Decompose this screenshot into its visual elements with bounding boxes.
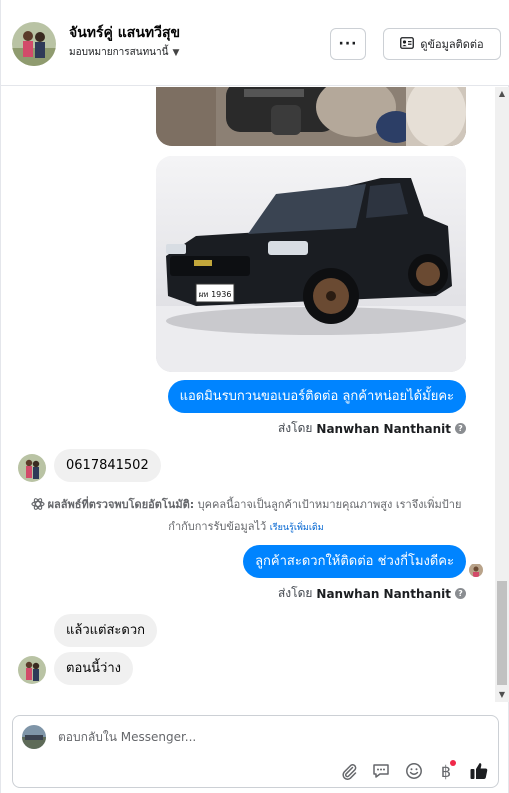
contact-avatar-small <box>18 454 46 482</box>
reply-input[interactable] <box>58 730 458 744</box>
outgoing-message[interactable]: แอดมินรบกวนขอเบอร์ติดต่อ ลูกค้าหน่อยได้ม… <box>167 380 466 413</box>
incoming-message[interactable]: ตอนนี้ว่าง <box>54 652 133 685</box>
incoming-message[interactable]: 0617841502 <box>54 449 161 482</box>
more-horizontal-icon: ··· <box>338 36 358 52</box>
sent-by-prefix: ส่งโดย <box>277 421 313 435</box>
auto-detected-note: ผลลัพธ์ที่ตรวจพบโดยอัตโนมัติ: บุคคลนี้อา… <box>21 495 471 538</box>
incoming-message[interactable]: แล้วแต่สะดวก <box>54 614 157 647</box>
baht-icon[interactable]: ฿ <box>435 760 457 782</box>
auto-detected-title: ผลลัพธ์ที่ตรวจพบโดยอัตโนมัติ: <box>47 498 195 511</box>
assign-label: มอบหมายการสนทนานี้ <box>69 47 169 58</box>
view-contact-info-button[interactable]: ดูข้อมูลติดต่อ <box>383 28 501 60</box>
info-icon[interactable]: ? <box>455 588 466 599</box>
assign-conversation-dropdown[interactable]: มอบหมายการสนทนานี้ ▼ <box>69 45 179 60</box>
sent-by-line: ส่งโดย Nanwhan Nanthanit ? <box>278 419 466 438</box>
contact-card-icon <box>400 36 415 52</box>
reply-composer: ฿ <box>12 715 499 788</box>
contact-name[interactable]: จันทร์คู่ แสนทวีสุข <box>69 22 180 44</box>
scrollbar-thumb[interactable] <box>497 581 507 685</box>
shared-photo-car[interactable]: ผท 1936 <box>156 156 466 372</box>
license-plate-text: ผท 1936 <box>199 290 232 299</box>
contact-avatar-small <box>18 656 46 684</box>
emoji-icon[interactable] <box>403 760 425 782</box>
info-icon[interactable]: ? <box>455 423 466 434</box>
sent-by-prefix: ส่งโดย <box>277 586 313 600</box>
paperclip-icon[interactable] <box>338 760 360 782</box>
sent-by-name: Nanwhan Nanthanit <box>316 421 451 436</box>
scroll-up-arrow-icon[interactable]: ▲ <box>495 87 509 101</box>
conversation-header: จันทร์คู่ แสนทวีสุข มอบหมายการสนทนานี้ ▼… <box>1 0 509 86</box>
shared-photo-interior[interactable] <box>156 87 466 146</box>
thumbs-up-icon[interactable] <box>468 760 490 782</box>
caret-down-icon: ▼ <box>172 47 180 58</box>
seen-by-avatar <box>469 563 483 577</box>
chat-bubble-icon[interactable] <box>370 760 392 782</box>
ai-sparkle-icon <box>31 497 45 517</box>
more-options-button[interactable]: ··· <box>330 28 366 60</box>
inbox-conversation-panel: จันทร์คู่ แสนทวีสุข มอบหมายการสนทนานี้ ▼… <box>0 0 509 793</box>
message-thread[interactable]: ผท 1936 แอดมินรบกวนขอเบอร์ติดต่อ ลูกค้าห… <box>1 87 495 702</box>
notification-dot <box>450 760 456 766</box>
learn-more-link[interactable]: เรียนรู้เพิ่มเติม <box>270 523 324 533</box>
page-avatar <box>22 725 46 749</box>
outgoing-message[interactable]: ลูกค้าสะดวกให้ติดต่อ ช่วงกี่โมงดีคะ <box>243 545 466 578</box>
scroll-down-arrow-icon[interactable]: ▼ <box>495 688 509 702</box>
thread-scrollbar[interactable]: ▲ ▼ <box>495 87 509 702</box>
sent-by-name: Nanwhan Nanthanit <box>316 586 451 601</box>
contact-avatar[interactable] <box>12 22 56 66</box>
sent-by-line: ส่งโดย Nanwhan Nanthanit ? <box>278 584 466 603</box>
view-contact-info-label: ดูข้อมูลติดต่อ <box>420 38 484 51</box>
